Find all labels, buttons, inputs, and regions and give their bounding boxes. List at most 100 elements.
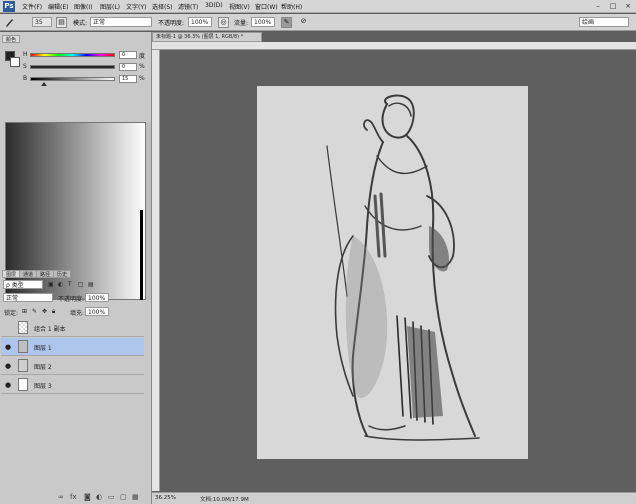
pressure-size-icon[interactable]: ⊘ — [298, 17, 309, 28]
figure-sketch — [326, 94, 480, 441]
workspace-value: 绘画 — [582, 19, 595, 26]
tab-color[interactable]: 颜色 — [2, 35, 21, 43]
layer-row[interactable]: ● 图层 2 — [1, 357, 144, 375]
filter-type-icon[interactable]: T — [68, 281, 72, 288]
adjustment-icon[interactable]: ◐ — [96, 493, 102, 501]
vertical-ruler[interactable] — [152, 50, 160, 491]
menu-window[interactable]: 窗口(W) — [255, 2, 278, 11]
lock-all-icon[interactable]: 🔒︎ — [52, 308, 55, 316]
close-button[interactable]: × — [621, 1, 635, 11]
flow-value: 100% — [254, 19, 272, 26]
menu-help[interactable]: 帮助(H) — [281, 2, 302, 11]
eye-icon[interactable]: ● — [5, 362, 11, 370]
menu-view[interactable]: 视图(V) — [229, 2, 250, 11]
layer-opacity-label: 不透明度: — [58, 296, 85, 303]
s-slider-label: S — [23, 63, 27, 70]
mode-value: 正常 — [93, 19, 106, 26]
kind-label: ρ 类型 — [6, 282, 24, 289]
trash-icon[interactable]: ▦ — [132, 493, 139, 501]
layer-thumbnail — [18, 359, 28, 372]
layer-opacity-value: 100% — [88, 295, 106, 302]
lock-pixels-icon[interactable]: ✎ — [32, 308, 37, 315]
fill-value: 100% — [88, 309, 106, 316]
menu-bar: Ps 文件(F) 编辑(E) 图像(I) 图层(L) 文字(Y) 选择(S) 滤… — [0, 0, 636, 13]
mask-icon[interactable]: ◙ — [84, 493, 91, 501]
menu-type[interactable]: 文字(Y) — [126, 2, 146, 11]
layer-kind-filter[interactable]: ρ 类型 — [3, 280, 43, 289]
minimize-button[interactable]: – — [591, 1, 605, 11]
mode-label: 模式: — [73, 20, 88, 27]
horizontal-ruler[interactable] — [152, 42, 636, 50]
brush-preset-picker[interactable]: 35 — [32, 17, 52, 27]
hue-slider[interactable] — [30, 53, 115, 57]
brush-tool-icon[interactable] — [4, 17, 15, 28]
brightness-unit: % — [139, 75, 145, 82]
opacity-value: 100% — [191, 19, 209, 26]
photoshop-logo-icon: Ps — [3, 1, 15, 12]
eye-icon[interactable]: ● — [5, 381, 11, 389]
slider-thumb-icon[interactable] — [41, 82, 47, 86]
tab-paths[interactable]: 路径 — [36, 270, 55, 278]
document-tab[interactable]: 未标题-1 @ 36.3% (图层 1, RGB/8) * — [152, 32, 262, 42]
layer-name: 组合 1 副本 — [34, 326, 66, 333]
filter-pixel-icon[interactable]: ▣ — [48, 281, 54, 288]
visibility-toggle-icon[interactable]: ● — [5, 324, 11, 332]
menu-select[interactable]: 选择(S) — [152, 2, 173, 11]
fill-input[interactable]: 100% — [85, 307, 109, 316]
fx-icon[interactable]: fx — [70, 493, 77, 501]
zoom-level[interactable]: 36.25% — [155, 495, 176, 501]
flow-input[interactable]: 100% — [251, 17, 275, 27]
saturation-value[interactable]: 0 — [119, 63, 137, 71]
hue-unit: 度 — [139, 53, 146, 60]
filter-shape-icon[interactable]: □ — [78, 281, 84, 288]
layer-thumbnail — [18, 378, 28, 391]
menu-filter[interactable]: 滤镜(T) — [178, 2, 198, 11]
tab-layers[interactable]: 图层 — [2, 270, 21, 278]
workspace-select[interactable]: 绘画 — [579, 17, 629, 27]
options-bar: 35 ▤ 模式: 正常 不透明度: 100% ◎ 流量: 100% ✎ ⊘ 绘画 — [0, 14, 636, 31]
ramp-indicator — [140, 210, 143, 300]
canvas-artboard[interactable] — [257, 86, 528, 459]
menu-image[interactable]: 图像(I) — [74, 2, 92, 11]
menu-3d[interactable]: 3D(D) — [205, 2, 223, 9]
left-panel: 颜色 H 0 度 S 0 % B 15 % 图层 通道 路径 历史 ρ 类型 ▣… — [0, 32, 152, 504]
layer-opacity-input[interactable]: 100% — [85, 293, 109, 302]
opacity-label: 不透明度: — [158, 20, 185, 27]
layer-row-selected[interactable]: ● 图层 1 — [1, 338, 144, 356]
eye-icon[interactable]: ● — [5, 343, 11, 351]
filter-smart-icon[interactable]: ▤ — [88, 281, 94, 288]
h-slider-label: H — [23, 51, 28, 58]
layer-name: 图层 3 — [34, 383, 52, 390]
link-icon[interactable]: ∞ — [58, 493, 64, 501]
blend-mode-value: 正常 — [6, 295, 19, 302]
layer-row[interactable]: ● 组合 1 副本 — [1, 319, 144, 337]
layer-row[interactable]: ● 图层 3 — [1, 376, 144, 394]
folder-icon[interactable]: ▭ — [108, 493, 115, 501]
menu-edit[interactable]: 编辑(E) — [48, 2, 68, 11]
background-color-swatch[interactable] — [10, 57, 20, 67]
menu-layer[interactable]: 图层(L) — [100, 2, 120, 11]
maximize-button[interactable]: □ — [606, 1, 620, 11]
brush-panel-toggle-icon[interactable]: ▤ — [56, 17, 67, 28]
layer-thumbnail — [18, 321, 28, 334]
hue-value[interactable]: 0 — [119, 51, 137, 59]
mode-select[interactable]: 正常 — [90, 17, 152, 27]
brightness-value[interactable]: 15 — [119, 75, 137, 83]
blend-mode-select[interactable]: 正常 — [3, 293, 53, 302]
brightness-slider[interactable] — [30, 77, 115, 81]
airbrush-icon[interactable]: ✎ — [281, 17, 292, 28]
tab-history[interactable]: 历史 — [53, 270, 72, 278]
opacity-input[interactable]: 100% — [188, 17, 212, 27]
document-info[interactable]: 文档:10.0M/17.9M — [200, 495, 249, 503]
b-slider-label: B — [23, 75, 28, 82]
menu-file[interactable]: 文件(F) — [22, 2, 42, 11]
lock-label: 锁定: — [4, 310, 19, 317]
lock-transparent-icon[interactable]: ⊞ — [22, 308, 27, 315]
saturation-slider[interactable] — [30, 65, 115, 69]
new-layer-icon[interactable]: ▢ — [120, 493, 127, 501]
lock-position-icon[interactable]: ✥ — [42, 308, 47, 315]
tab-channels[interactable]: 通道 — [19, 270, 38, 278]
pressure-opacity-icon[interactable]: ◎ — [218, 17, 229, 28]
ramp-scrollbar[interactable] — [146, 122, 151, 300]
filter-adjust-icon[interactable]: ◐ — [58, 281, 63, 288]
